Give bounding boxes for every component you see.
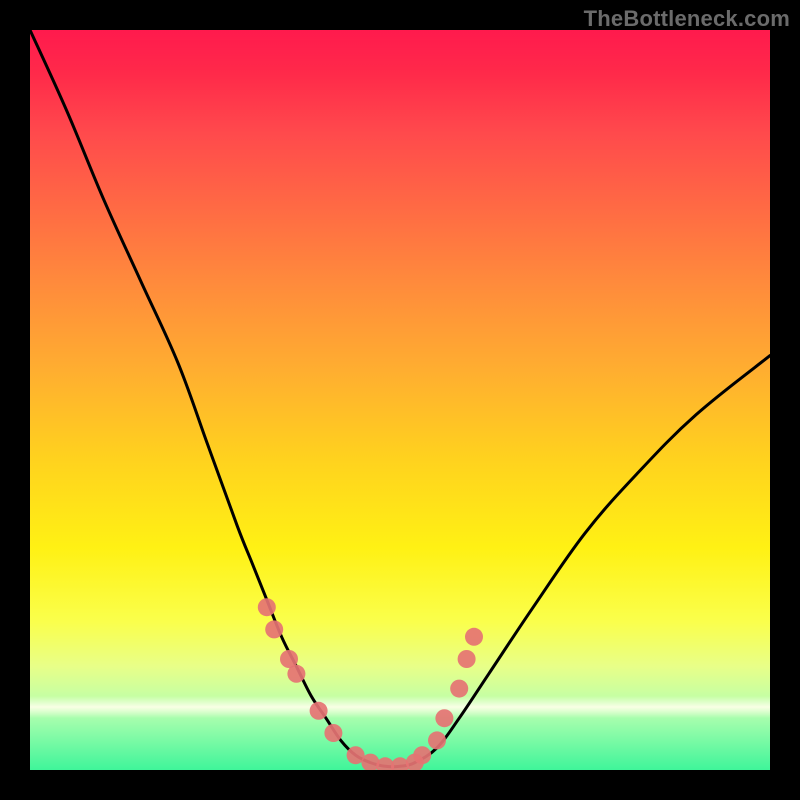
chart-frame: TheBottleneck.com: [0, 0, 800, 800]
plot-background-gradient: [30, 30, 770, 770]
watermark-text: TheBottleneck.com: [584, 6, 790, 32]
